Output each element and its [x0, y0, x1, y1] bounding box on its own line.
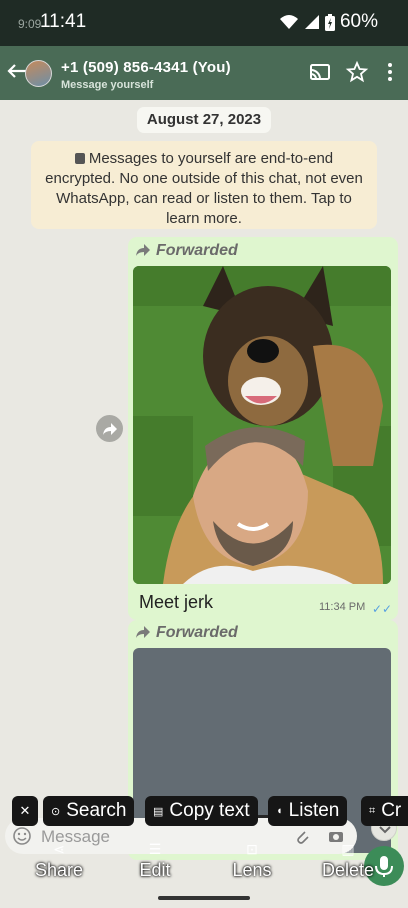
more-options-icon[interactable]	[378, 60, 402, 84]
delete-action-label: Delete	[321, 860, 375, 880]
ghost-time: 9:09	[18, 17, 42, 31]
battery-percent: 60%	[339, 11, 378, 32]
listen-chip[interactable]: ◖ Listen	[268, 796, 348, 826]
edit-action[interactable]: ☰ Edit	[115, 838, 195, 881]
status-right: 60%	[279, 11, 378, 33]
encryption-notice[interactable]: Messages to yourself are end-to-end encr…	[31, 141, 377, 229]
close-icon: ✕	[19, 803, 31, 818]
listen-chip-label: Listen	[288, 800, 340, 821]
forward-icon	[136, 244, 150, 256]
date-chip: August 27, 2023	[137, 107, 271, 133]
chat-header: +1 (509) 856-4341 (You) Message yourself	[0, 46, 408, 100]
close-chip-button[interactable]: ✕	[12, 796, 38, 826]
lens-search-icon: ⊙	[51, 805, 61, 818]
signal-icon	[304, 15, 319, 29]
forwarded-label: Forwarded	[156, 624, 238, 641]
forwarded-label: Forwarded	[156, 242, 238, 259]
gesture-nav-bar	[158, 896, 250, 900]
message-caption: Meet jerk	[139, 592, 214, 612]
crop-icon: ⌗	[369, 804, 376, 817]
star-icon[interactable]	[345, 60, 369, 84]
lens-action[interactable]: ⊡ Lens	[212, 838, 292, 881]
status-bar: 9:09 11:41 60%	[0, 0, 408, 46]
share-arrow-icon	[103, 423, 117, 435]
status-time: 11:41	[40, 11, 87, 32]
search-chip[interactable]: ⊙ Search	[43, 796, 135, 826]
delete-action[interactable]: ▥ Delete	[308, 838, 388, 881]
forward-shortcut-button[interactable]	[96, 415, 123, 442]
copy-text-chip[interactable]: ▤ Copy text	[145, 796, 258, 826]
contact-subtitle: Message yourself	[61, 79, 154, 91]
photo-dog-and-man	[133, 266, 391, 584]
copy-text-chip-label: Copy text	[169, 800, 250, 821]
lens-action-label: Lens	[232, 860, 272, 880]
edit-action-label: Edit	[139, 860, 171, 880]
lock-icon	[74, 153, 85, 164]
cast-icon[interactable]	[308, 60, 332, 84]
crop-chip-label: Cr	[381, 800, 402, 821]
search-chip-label: Search	[66, 800, 127, 821]
wifi-icon	[279, 15, 298, 29]
avatar[interactable]	[25, 60, 52, 87]
lens-icon: ⊡	[246, 841, 258, 857]
contact-name[interactable]: +1 (509) 856-4341 (You)	[61, 59, 231, 76]
share-icon: ⋖	[53, 841, 65, 857]
lens-chip-bar: ✕ ⊙ Search ▤ Copy text ◖ Listen ⌗ Cr	[0, 796, 408, 826]
battery-icon	[324, 13, 335, 31]
bottom-action-bar: ⋖ Share ☰ Edit ⊡ Lens ▥ Delete	[0, 838, 408, 888]
read-ticks-icon: ✓✓	[372, 602, 393, 616]
message-photo[interactable]	[133, 266, 391, 584]
crop-chip[interactable]: ⌗ Cr	[361, 796, 408, 826]
forward-icon	[136, 626, 150, 638]
share-action[interactable]: ⋖ Share	[19, 838, 99, 881]
sliders-icon: ☰	[148, 841, 162, 857]
encryption-notice-text: Messages to yourself are end-to-end encr…	[45, 150, 363, 227]
text-doc-icon: ▤	[153, 805, 164, 818]
trash-icon: ▥	[341, 841, 355, 857]
message-time: 11:34 PM	[319, 601, 366, 613]
speaker-icon: ◖	[276, 805, 283, 817]
share-action-label: Share	[34, 860, 84, 880]
